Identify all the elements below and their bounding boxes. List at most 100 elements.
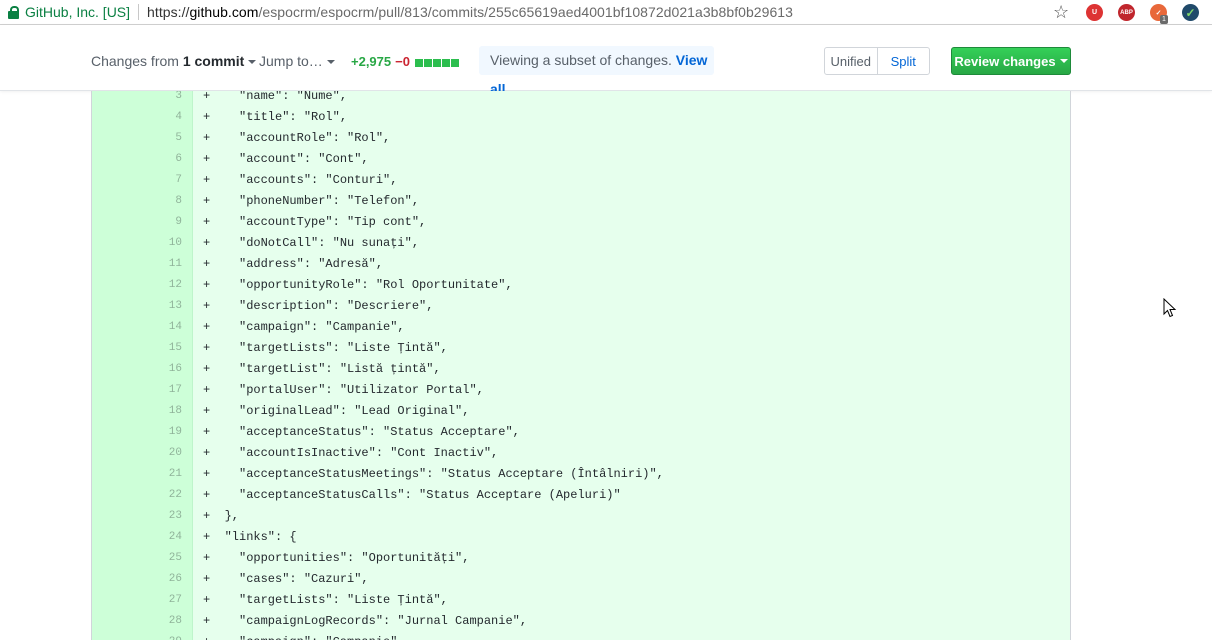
diff-view-toggle: Unified Split — [824, 47, 930, 75]
subset-text: Viewing a subset of changes. — [490, 52, 676, 68]
code-text: + "phoneNumber": "Telefon", — [203, 194, 420, 208]
url-text[interactable]: https://github.com/espocrm/espocrm/pull/… — [147, 4, 793, 20]
diff-line: 21 + "acceptanceStatusMeetings": "Status … — [92, 464, 1070, 485]
chevron-down-icon — [248, 60, 257, 65]
diff-line: 14 + "campaign": "Campanie", — [92, 317, 1070, 338]
line-number[interactable]: 5 — [92, 128, 182, 149]
ublock-icon[interactable]: U — [1086, 4, 1103, 21]
mouse-cursor-icon — [1163, 298, 1177, 318]
code-text: + }, — [203, 509, 240, 523]
line-number[interactable]: 20 — [92, 443, 182, 464]
diff-line: 23 + }, — [92, 506, 1070, 527]
code-text: + "acceptanceStatusMeetings": "Status Ac… — [203, 467, 664, 481]
code-text: + "acceptanceStatusCalls": "Status Accep… — [203, 488, 621, 502]
line-number[interactable]: 16 — [92, 359, 182, 380]
line-number[interactable]: 22 — [92, 485, 182, 506]
diff-line: 26 + "cases": "Cazuri", — [92, 569, 1070, 590]
line-number[interactable]: 6 — [92, 149, 182, 170]
line-number[interactable]: 18 — [92, 401, 182, 422]
diff-line: 7 + "accounts": "Conturi", — [92, 170, 1070, 191]
chevron-down-icon — [326, 60, 335, 65]
line-number[interactable]: 8 — [92, 191, 182, 212]
diff-line: 25 + "opportunities": "Oportunități", — [92, 548, 1070, 569]
line-number[interactable]: 28 — [92, 611, 182, 632]
code-text: + "targetLists": "Liste Țintă", — [203, 341, 448, 355]
line-number[interactable]: 21 — [92, 464, 182, 485]
line-number[interactable]: 15 — [92, 338, 182, 359]
line-number[interactable]: 29 — [92, 632, 182, 640]
code-text: + "doNotCall": "Nu sunați", — [203, 236, 420, 250]
checkmark-extension-icon[interactable]: ✓ — [1182, 4, 1199, 21]
line-number[interactable]: 12 — [92, 275, 182, 296]
review-changes-button[interactable]: Review changes — [951, 47, 1071, 75]
diff-line: 17 + "portalUser": "Utilizator Portal", — [92, 380, 1070, 401]
changes-from-dropdown[interactable]: Changes from 1 commit — [91, 53, 257, 69]
bookmark-star-icon[interactable]: ☆ — [1053, 3, 1071, 21]
deletions-count: −0 — [395, 54, 410, 69]
line-number[interactable]: 13 — [92, 296, 182, 317]
code-text: + "originalLead": "Lead Original", — [203, 404, 470, 418]
split-button[interactable]: Split — [876, 48, 930, 74]
line-number[interactable]: 7 — [92, 170, 182, 191]
adblock-plus-icon[interactable]: ABP — [1118, 4, 1135, 21]
code-text: + "campaign": "Campanie", — [203, 632, 405, 640]
diff-line: 9 + "accountType": "Tip cont", — [92, 212, 1070, 233]
diff-line: 22 + "acceptanceStatusCalls": "Status Acc… — [92, 485, 1070, 506]
code-text: + "accountIsInactive": "Cont Inactiv", — [203, 446, 499, 460]
diff-line: 28 + "campaignLogRecords": "Jurnal Campan… — [92, 611, 1070, 632]
line-number[interactable]: 17 — [92, 380, 182, 401]
unified-button[interactable]: Unified — [825, 48, 877, 74]
diffstat: +2,975 −0 — [351, 54, 460, 70]
code-text: + "portalUser": "Utilizator Portal", — [203, 383, 484, 397]
diffstat-blocks — [414, 55, 460, 70]
code-text: + "targetList": "Listă țintă", — [203, 362, 441, 376]
commit-count: 1 commit — [182, 53, 245, 69]
extension-badge: 1 — [1160, 15, 1168, 24]
line-number[interactable]: 19 — [92, 422, 182, 443]
site-identity[interactable]: GitHub, Inc. [US] — [25, 4, 130, 20]
diff-line: 16 + "targetList": "Listă țintă", — [92, 359, 1070, 380]
browser-address-bar[interactable]: GitHub, Inc. [US] https://github.com/esp… — [0, 0, 1212, 25]
jump-to-label: Jump to… — [259, 53, 323, 69]
diff-line: 18 + "originalLead": "Lead Original", — [92, 401, 1070, 422]
url-path: /espocrm/espocrm/pull/813/commits/255c65… — [258, 4, 793, 20]
lock-icon — [8, 5, 19, 19]
code-text: + "address": "Adresă", — [203, 257, 384, 271]
diff-table: 3 + "name": "Nume", 4 + "title": "Rol", 5 + "… — [91, 91, 1071, 640]
chevron-down-icon — [1059, 59, 1068, 63]
diff-line: 27 + "targetLists": "Liste Țintă", — [92, 590, 1070, 611]
code-text: + "description": "Descriere", — [203, 299, 434, 313]
code-text: + "links": { — [203, 530, 297, 544]
diff-line: 4 + "title": "Rol", — [92, 107, 1070, 128]
diff-line: 12 + "opportunityRole": "Rol Oportunitate… — [92, 275, 1070, 296]
diff-line: 20 + "accountIsInactive": "Cont Inactiv", — [92, 443, 1070, 464]
line-number[interactable]: 4 — [92, 107, 182, 128]
code-text: + "opportunities": "Oportunități", — [203, 551, 470, 565]
diff-line: 8 + "phoneNumber": "Telefon", — [92, 191, 1070, 212]
line-number[interactable]: 26 — [92, 569, 182, 590]
line-number[interactable]: 11 — [92, 254, 182, 275]
line-number[interactable]: 14 — [92, 317, 182, 338]
code-text: + "title": "Rol", — [203, 110, 348, 124]
code-text: + "account": "Cont", — [203, 152, 369, 166]
line-number[interactable]: 23 — [92, 506, 182, 527]
diff-line: 6 + "account": "Cont", — [92, 149, 1070, 170]
url-separator — [138, 4, 140, 20]
subset-notice: Viewing a subset of changes. View all — [479, 46, 714, 97]
line-number[interactable]: 25 — [92, 548, 182, 569]
url-host: github.com — [189, 4, 259, 20]
url-scheme: https:// — [147, 4, 190, 20]
diff-line: 3 + "name": "Nume", — [92, 91, 1070, 107]
jump-to-dropdown[interactable]: Jump to… — [259, 53, 335, 69]
line-number[interactable]: 3 — [92, 91, 182, 107]
code-text: + "accountRole": "Rol", — [203, 131, 391, 145]
code-text: + "accounts": "Conturi", — [203, 173, 398, 187]
line-number[interactable]: 10 — [92, 233, 182, 254]
line-number[interactable]: 9 — [92, 212, 182, 233]
review-changes-label: Review changes — [954, 53, 1056, 69]
diff-line: 10 + "doNotCall": "Nu sunați", — [92, 233, 1070, 254]
line-number[interactable]: 24 — [92, 527, 182, 548]
line-number[interactable]: 27 — [92, 590, 182, 611]
diff-line: 5 + "accountRole": "Rol", — [92, 128, 1070, 149]
code-text: + "name": "Nume", — [203, 91, 348, 103]
